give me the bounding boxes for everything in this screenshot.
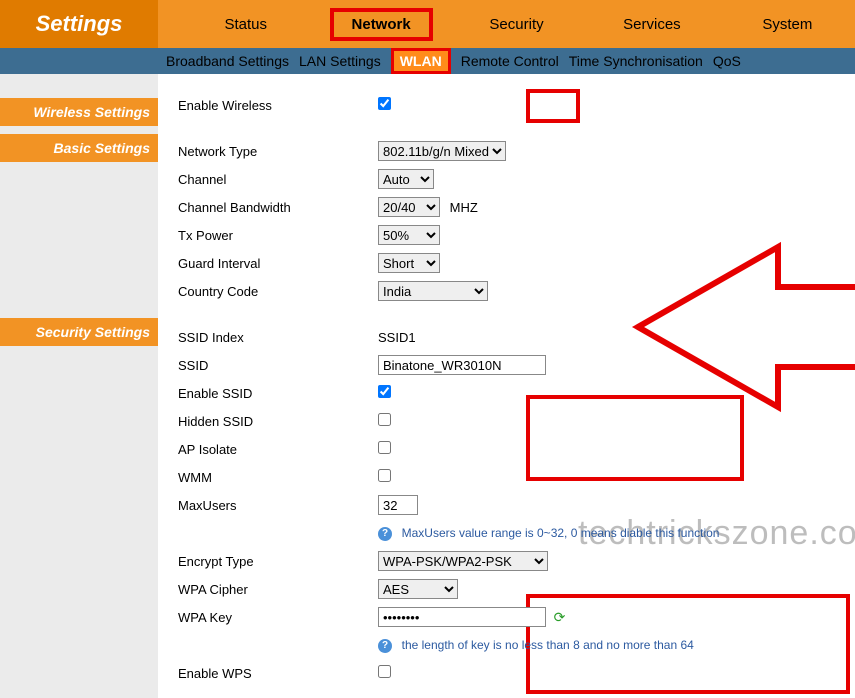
channel-label: Channel bbox=[178, 172, 378, 187]
bandwidth-label: Channel Bandwidth bbox=[178, 200, 378, 215]
subnav-broadband[interactable]: Broadband Settings bbox=[166, 53, 289, 69]
maxusers-help-text: MaxUsers value range is 0~32, 0 means di… bbox=[402, 526, 720, 540]
subnav-remote[interactable]: Remote Control bbox=[461, 53, 559, 69]
tab-system[interactable]: System bbox=[720, 0, 855, 48]
country-label: Country Code bbox=[178, 284, 378, 299]
ap-isolate-checkbox[interactable] bbox=[378, 441, 391, 454]
sidebar-security-settings[interactable]: Security Settings bbox=[0, 318, 158, 346]
wpa-cipher-label: WPA Cipher bbox=[178, 582, 378, 597]
wpa-key-help-text: the length of key is no less than 8 and … bbox=[402, 638, 694, 652]
sidebar-basic-settings[interactable]: Basic Settings bbox=[0, 134, 158, 162]
encrypt-select[interactable]: WPA-PSK/WPA2-PSK bbox=[378, 551, 548, 571]
tab-network-label: Network bbox=[330, 8, 433, 41]
info-icon: ? bbox=[378, 527, 392, 541]
guard-select[interactable]: Short bbox=[378, 253, 440, 273]
maxusers-label: MaxUsers bbox=[178, 498, 378, 513]
network-type-select[interactable]: 802.11b/g/n Mixed bbox=[378, 141, 506, 161]
tab-security[interactable]: Security bbox=[449, 0, 584, 48]
tab-status[interactable]: Status bbox=[178, 0, 313, 48]
subnav-qos[interactable]: QoS bbox=[713, 53, 741, 69]
subnav-wlan[interactable]: WLAN bbox=[391, 48, 451, 74]
enable-wps-checkbox[interactable] bbox=[378, 665, 391, 678]
sub-nav: Broadband Settings LAN Settings WLAN Rem… bbox=[0, 48, 855, 74]
sidebar-wireless-settings[interactable]: Wireless Settings bbox=[0, 98, 158, 126]
hidden-ssid-checkbox[interactable] bbox=[378, 413, 391, 426]
enable-wps-label: Enable WPS bbox=[178, 666, 378, 681]
sidebar: Wireless Settings Basic Settings Securit… bbox=[0, 74, 158, 698]
ssid-index-value: SSID1 bbox=[378, 330, 416, 345]
tab-network[interactable]: Network bbox=[313, 0, 448, 48]
txpower-select[interactable]: 50% bbox=[378, 225, 440, 245]
subnav-timesync[interactable]: Time Synchronisation bbox=[569, 53, 703, 69]
content-pane: techtrickszone.com Enable Wireless Netwo… bbox=[158, 74, 855, 698]
main-nav: Status Network Security Services System bbox=[158, 0, 855, 48]
ssid-label: SSID bbox=[178, 358, 378, 373]
enable-ssid-checkbox[interactable] bbox=[378, 385, 391, 398]
channel-select[interactable]: Auto bbox=[378, 169, 434, 189]
annotation-arrow bbox=[628, 232, 855, 425]
tab-services[interactable]: Services bbox=[584, 0, 719, 48]
refresh-icon[interactable]: ⟳ bbox=[554, 609, 566, 625]
subnav-lan[interactable]: LAN Settings bbox=[299, 53, 381, 69]
ssid-index-label: SSID Index bbox=[178, 330, 378, 345]
bandwidth-unit: MHZ bbox=[450, 200, 478, 215]
enable-wireless-label: Enable Wireless bbox=[178, 98, 378, 113]
wmm-label: WMM bbox=[178, 470, 378, 485]
maxusers-input[interactable] bbox=[378, 495, 418, 515]
enable-wireless-checkbox[interactable] bbox=[378, 97, 391, 110]
ssid-input[interactable] bbox=[378, 355, 546, 375]
encrypt-label: Encrypt Type bbox=[178, 554, 378, 569]
txpower-label: Tx Power bbox=[178, 228, 378, 243]
country-select[interactable]: India bbox=[378, 281, 488, 301]
bandwidth-select[interactable]: 20/40 bbox=[378, 197, 440, 217]
network-type-label: Network Type bbox=[178, 144, 378, 159]
info-icon: ? bbox=[378, 639, 392, 653]
top-bar: Settings Status Network Security Service… bbox=[0, 0, 855, 48]
wmm-checkbox[interactable] bbox=[378, 469, 391, 482]
wpa-key-input[interactable] bbox=[378, 607, 546, 627]
wpa-key-label: WPA Key bbox=[178, 610, 378, 625]
brand-title: Settings bbox=[0, 0, 158, 48]
ap-isolate-label: AP Isolate bbox=[178, 442, 378, 457]
enable-ssid-label: Enable SSID bbox=[178, 386, 378, 401]
hidden-ssid-label: Hidden SSID bbox=[178, 414, 378, 429]
wpa-cipher-select[interactable]: AES bbox=[378, 579, 458, 599]
guard-label: Guard Interval bbox=[178, 256, 378, 271]
